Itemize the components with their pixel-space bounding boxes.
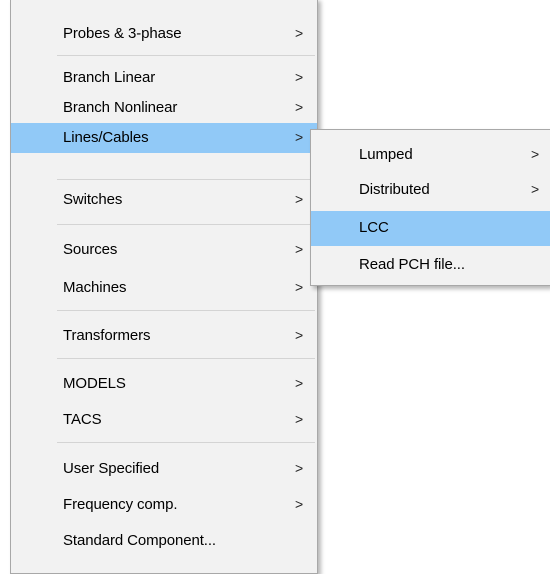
chevron-right-icon: > bbox=[531, 146, 540, 162]
menu-separator bbox=[57, 55, 315, 56]
menu-item-label: TACS bbox=[63, 411, 102, 428]
menu-item-label: Switches bbox=[63, 191, 123, 208]
menu-item-lines-cables[interactable]: Lines/Cables > bbox=[11, 123, 317, 153]
menu-item-label: MODELS bbox=[63, 375, 126, 392]
menu-item-label: User Specified bbox=[63, 460, 160, 477]
menu-item-label: Lumped bbox=[359, 146, 413, 163]
chevron-right-icon: > bbox=[295, 129, 304, 145]
submenu-item-distributed[interactable]: Distributed > bbox=[311, 175, 550, 205]
menu-item-label: Frequency comp. bbox=[63, 496, 178, 513]
chevron-right-icon: > bbox=[295, 69, 304, 85]
submenu-item-lumped[interactable]: Lumped > bbox=[311, 140, 550, 170]
submenu-item-lcc[interactable]: LCC bbox=[311, 211, 550, 246]
menu-item-label: Distributed bbox=[359, 181, 430, 198]
chevron-right-icon: > bbox=[531, 181, 540, 197]
menu-separator bbox=[57, 179, 315, 180]
chevron-right-icon: > bbox=[295, 191, 304, 207]
menu-item-label: Branch Linear bbox=[63, 69, 156, 86]
chevron-right-icon: > bbox=[295, 241, 304, 257]
menu-separator bbox=[57, 224, 315, 225]
context-menu: Probes & 3-phase > Branch Linear > Branc… bbox=[10, 0, 318, 574]
chevron-right-icon: > bbox=[295, 99, 304, 115]
menu-item-label: Probes & 3-phase bbox=[63, 25, 182, 42]
menu-item-machines[interactable]: Machines > bbox=[11, 273, 317, 303]
submenu-lines-cables: Lumped > Distributed > LCC Read PCH file… bbox=[310, 129, 550, 286]
menu-item-frequency-comp[interactable]: Frequency comp. > bbox=[11, 490, 317, 520]
menu-item-label: LCC bbox=[359, 219, 389, 236]
chevron-right-icon: > bbox=[295, 375, 304, 391]
menu-item-sources[interactable]: Sources > bbox=[11, 235, 317, 265]
submenu-item-read-pch-file[interactable]: Read PCH file... bbox=[311, 250, 550, 280]
chevron-right-icon: > bbox=[295, 460, 304, 476]
menu-item-label: Standard Component... bbox=[63, 532, 216, 549]
menu-item-standard-component[interactable]: Standard Component... bbox=[11, 526, 317, 556]
menu-item-label: Sources bbox=[63, 241, 118, 258]
menu-item-branch-linear[interactable]: Branch Linear > bbox=[11, 63, 317, 93]
menu-separator bbox=[57, 310, 315, 311]
chevron-right-icon: > bbox=[295, 496, 304, 512]
menu-separator bbox=[57, 442, 315, 443]
menu-item-probes[interactable]: Probes & 3-phase > bbox=[11, 19, 317, 49]
menu-item-tacs[interactable]: TACS > bbox=[11, 405, 317, 435]
chevron-right-icon: > bbox=[295, 411, 304, 427]
menu-item-label: Transformers bbox=[63, 327, 151, 344]
menu-item-label: Branch Nonlinear bbox=[63, 99, 178, 116]
menu-item-transformers[interactable]: Transformers > bbox=[11, 321, 317, 351]
menu-item-label: Lines/Cables bbox=[63, 129, 149, 146]
menu-item-switches[interactable]: Switches > bbox=[11, 185, 317, 215]
menu-item-branch-nonlinear[interactable]: Branch Nonlinear > bbox=[11, 93, 317, 123]
menu-item-label: Read PCH file... bbox=[359, 256, 465, 273]
menu-separator bbox=[57, 358, 315, 359]
chevron-right-icon: > bbox=[295, 25, 304, 41]
menu-item-label: Machines bbox=[63, 279, 127, 296]
menu-item-user-specified[interactable]: User Specified > bbox=[11, 454, 317, 484]
chevron-right-icon: > bbox=[295, 327, 304, 343]
menu-item-models[interactable]: MODELS > bbox=[11, 369, 317, 399]
chevron-right-icon: > bbox=[295, 279, 304, 295]
